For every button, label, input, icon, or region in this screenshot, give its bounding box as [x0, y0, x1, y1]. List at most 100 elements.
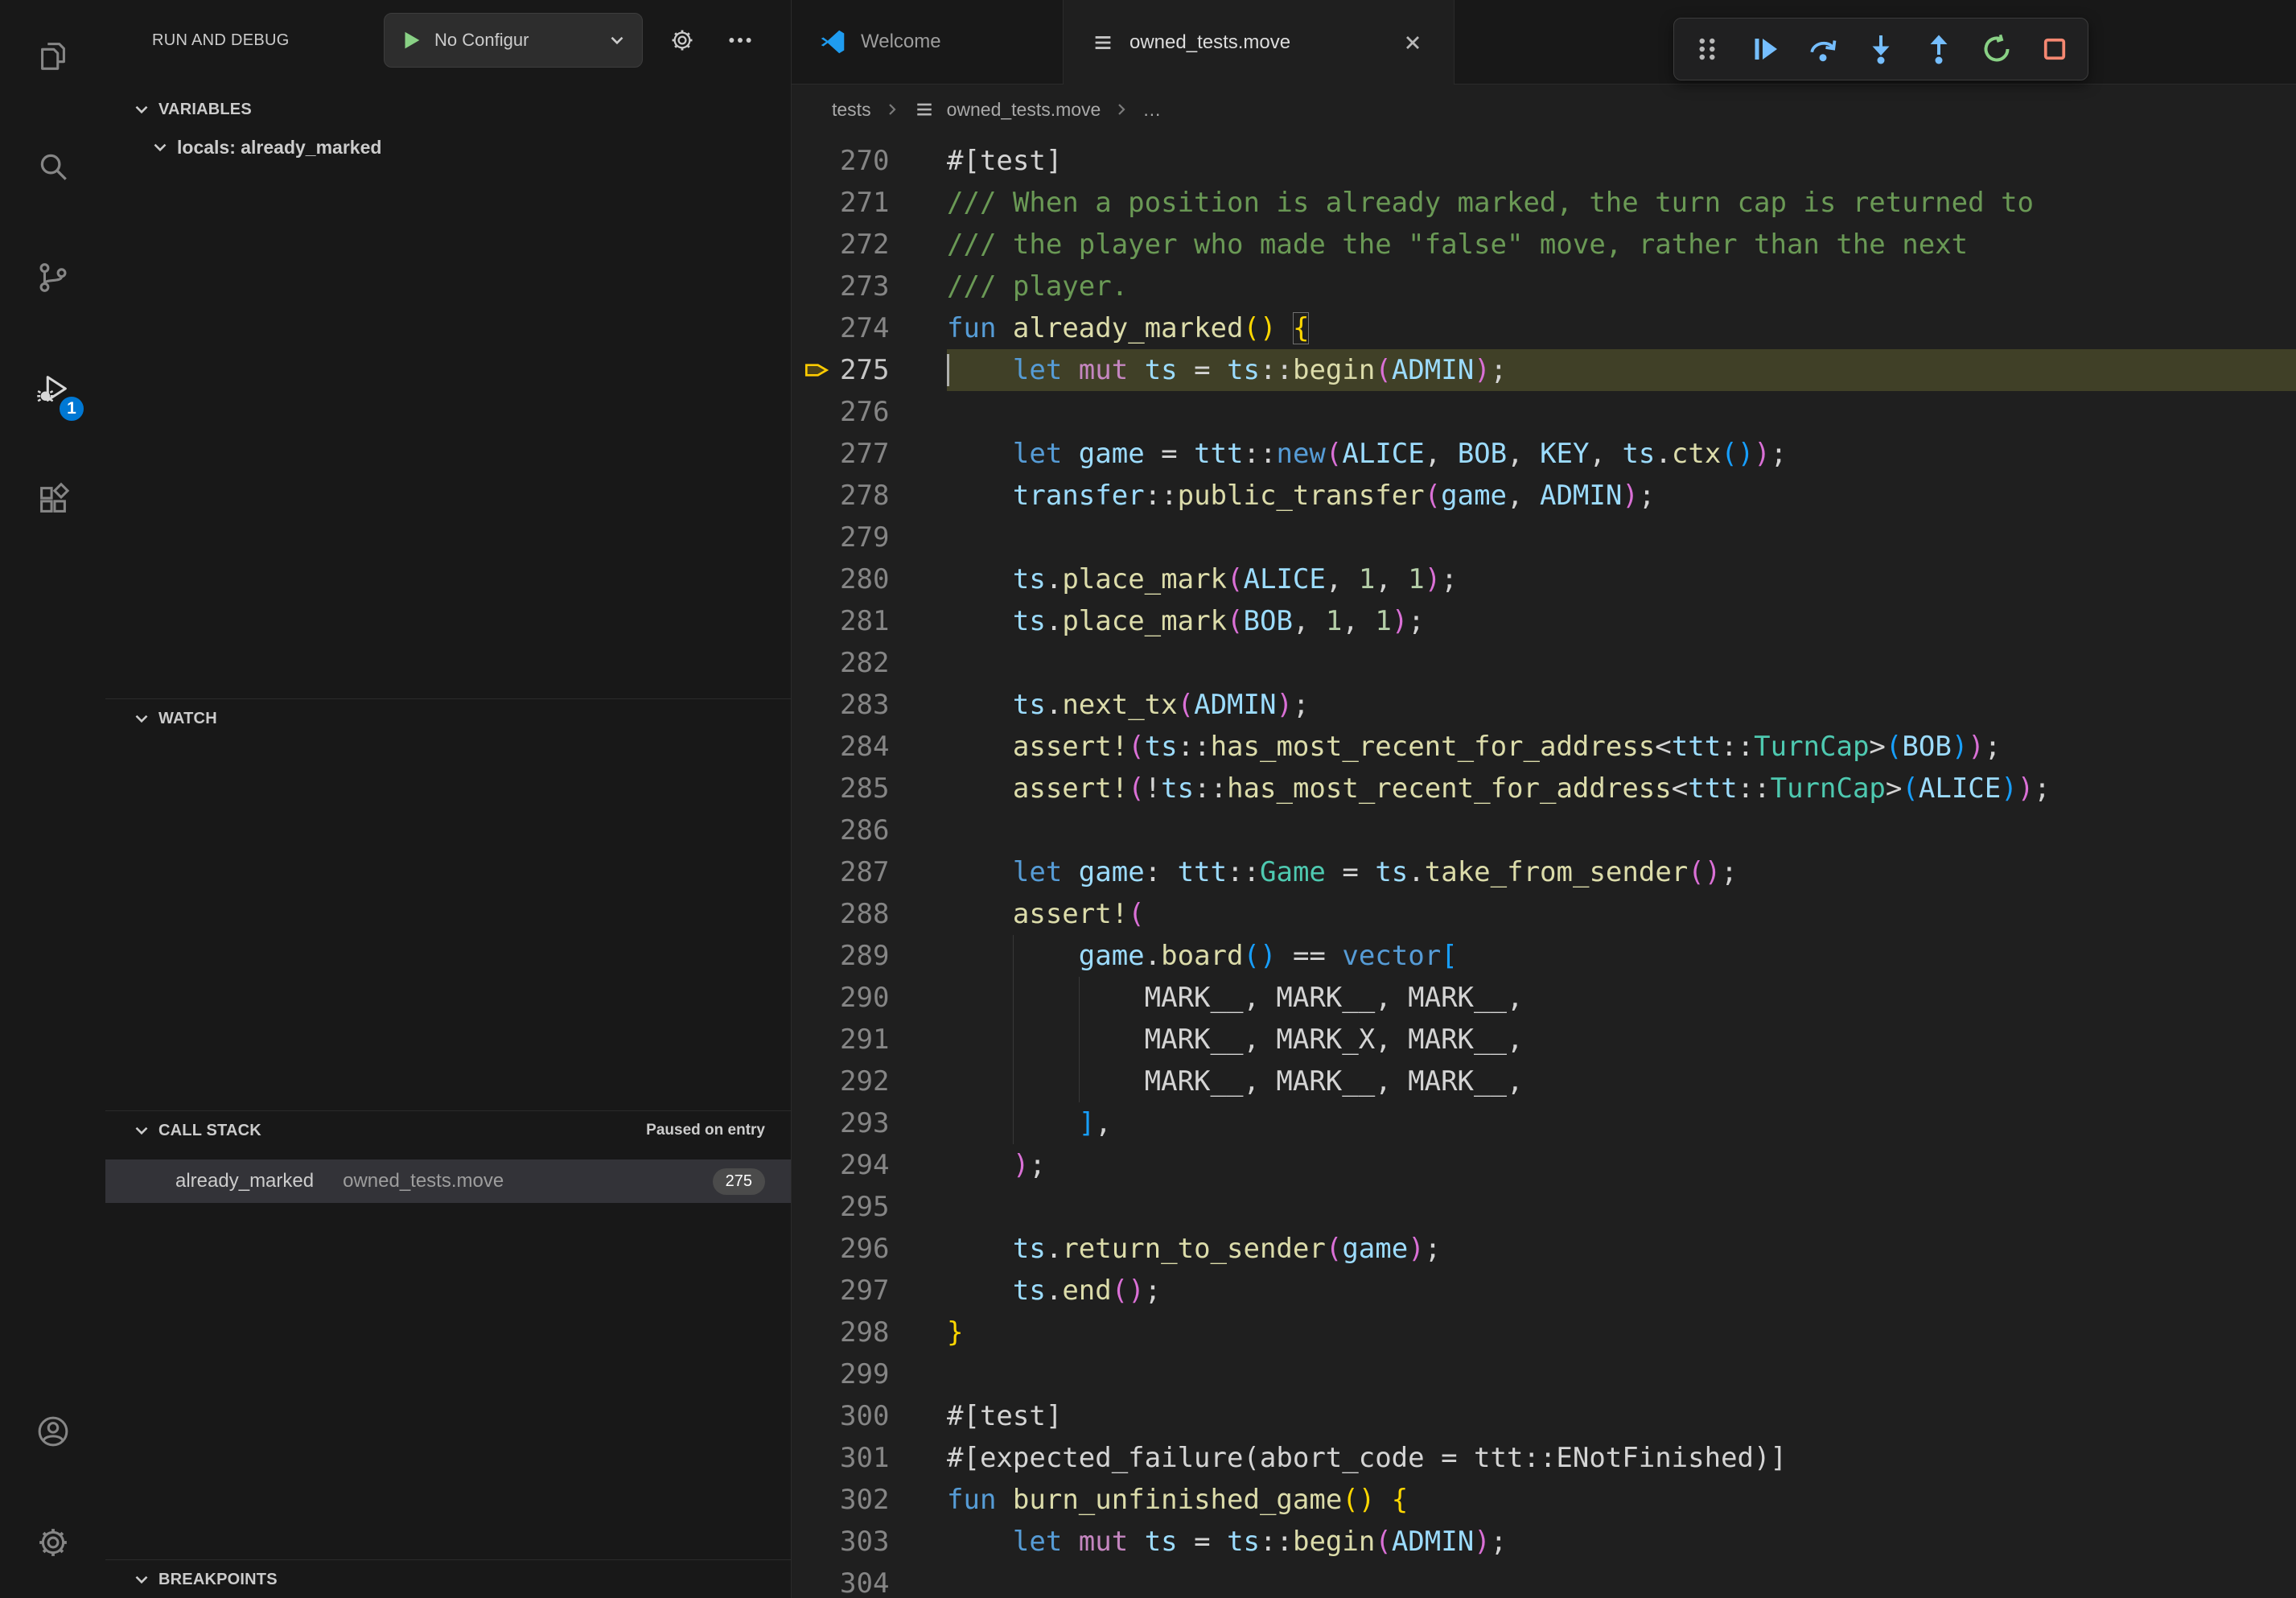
code-line[interactable]: 294 ); — [792, 1144, 2296, 1186]
breakpoint-zone[interactable] — [792, 809, 840, 851]
breakpoint-zone[interactable] — [792, 1019, 840, 1061]
code-line[interactable]: 286 — [792, 809, 2296, 851]
debug-settings-button[interactable] — [664, 22, 701, 59]
gutter[interactable]: 290 — [792, 977, 947, 1019]
breakpoint-zone[interactable] — [792, 1479, 840, 1521]
gutter[interactable]: 292 — [792, 1061, 947, 1102]
breakpoint-zone[interactable] — [792, 1395, 840, 1437]
tab-owned-tests[interactable]: owned_tests.move — [1064, 0, 1455, 84]
breakpoint-zone[interactable] — [792, 1270, 840, 1312]
code-line[interactable]: 296 ts.return_to_sender(game); — [792, 1228, 2296, 1270]
breakpoint-zone[interactable] — [792, 600, 840, 642]
activity-account[interactable] — [0, 1376, 105, 1487]
close-tab-icon[interactable] — [1399, 29, 1426, 56]
call-stack-section-header[interactable]: CALL STACK Paused on entry — [105, 1111, 791, 1150]
code-line[interactable]: 297 ts.end(); — [792, 1270, 2296, 1312]
code-line[interactable]: 291 MARK__, MARK_X, MARK__, — [792, 1019, 2296, 1061]
variables-scope-row[interactable]: locals: already_marked — [105, 129, 791, 166]
breakpoint-zone[interactable] — [792, 1353, 840, 1395]
breakpoint-zone[interactable] — [792, 935, 840, 977]
variables-section-header[interactable]: VARIABLES — [105, 90, 791, 129]
breadcrumb-symbol[interactable]: … — [1142, 99, 1161, 121]
code-line[interactable]: 285 assert!(!ts::has_most_recent_for_add… — [792, 768, 2296, 809]
code-line[interactable]: 271/// When a position is already marked… — [792, 182, 2296, 224]
activity-explorer[interactable] — [0, 0, 105, 111]
gutter[interactable]: 293 — [792, 1102, 947, 1144]
gutter[interactable]: 300 — [792, 1395, 947, 1437]
code-line[interactable]: 281 ts.place_mark(BOB, 1, 1); — [792, 600, 2296, 642]
gutter[interactable]: 295 — [792, 1186, 947, 1228]
code-line[interactable]: 276 — [792, 391, 2296, 433]
gutter[interactable]: 301 — [792, 1437, 947, 1479]
breakpoint-zone[interactable] — [792, 517, 840, 558]
code-line[interactable]: 278 transfer::public_transfer(game, ADMI… — [792, 475, 2296, 517]
breakpoint-zone[interactable] — [792, 977, 840, 1019]
gutter[interactable]: 273 — [792, 266, 947, 307]
gutter[interactable]: 274 — [792, 307, 947, 349]
breadcrumb-folder[interactable]: tests — [832, 99, 871, 121]
gutter[interactable]: 270 — [792, 140, 947, 182]
toolbar-drag-handle[interactable] — [1684, 26, 1730, 72]
debug-stackframe-marker[interactable] — [792, 349, 840, 391]
gutter[interactable]: 289 — [792, 935, 947, 977]
breakpoint-zone[interactable] — [792, 1061, 840, 1102]
gutter[interactable]: 282 — [792, 642, 947, 684]
breakpoint-zone[interactable] — [792, 851, 840, 893]
code-line[interactable]: 277 let game = ttt::new(ALICE, BOB, KEY,… — [792, 433, 2296, 475]
breakpoint-zone[interactable] — [792, 224, 840, 266]
breakpoint-zone[interactable] — [792, 140, 840, 182]
restart-button[interactable] — [1973, 26, 2020, 72]
code-line[interactable]: 287 let game: ttt::Game = ts.take_from_s… — [792, 851, 2296, 893]
activity-search[interactable] — [0, 111, 105, 222]
breakpoint-zone[interactable] — [792, 1437, 840, 1479]
tab-welcome[interactable]: Welcome — [792, 0, 1064, 84]
code-line[interactable]: 273/// player. — [792, 266, 2296, 307]
gutter[interactable]: 278 — [792, 475, 947, 517]
code-editor[interactable]: 270#[test]271/// When a position is alre… — [792, 134, 2296, 1598]
code-line[interactable]: 270#[test] — [792, 140, 2296, 182]
code-line[interactable]: 304 — [792, 1563, 2296, 1598]
code-line[interactable]: 303 let mut ts = ts::begin(ADMIN); — [792, 1521, 2296, 1563]
code-line[interactable]: 275 let mut ts = ts::begin(ADMIN); — [792, 349, 2296, 391]
code-line[interactable]: 295 — [792, 1186, 2296, 1228]
code-line[interactable]: 290 MARK__, MARK__, MARK__, — [792, 977, 2296, 1019]
gutter[interactable]: 298 — [792, 1312, 947, 1353]
breakpoint-zone[interactable] — [792, 558, 840, 600]
gutter[interactable]: 296 — [792, 1228, 947, 1270]
breakpoint-zone[interactable] — [792, 768, 840, 809]
gutter[interactable]: 288 — [792, 893, 947, 935]
debug-config-dropdown[interactable]: No Configur — [384, 13, 643, 68]
gutter[interactable]: 281 — [792, 600, 947, 642]
gutter[interactable]: 303 — [792, 1521, 947, 1563]
code-line[interactable]: 274fun already_marked() { — [792, 307, 2296, 349]
code-line[interactable]: 301#[expected_failure(abort_code = ttt::… — [792, 1437, 2296, 1479]
step-out-button[interactable] — [1915, 26, 1962, 72]
breakpoint-zone[interactable] — [792, 1144, 840, 1186]
gutter[interactable]: 271 — [792, 182, 947, 224]
gutter[interactable]: 297 — [792, 1270, 947, 1312]
gutter[interactable]: 291 — [792, 1019, 947, 1061]
code-line[interactable]: 282 — [792, 642, 2296, 684]
code-line[interactable]: 280 ts.place_mark(ALICE, 1, 1); — [792, 558, 2296, 600]
breadcrumb-file[interactable]: owned_tests.move — [947, 99, 1101, 121]
gutter[interactable]: 302 — [792, 1479, 947, 1521]
step-into-button[interactable] — [1858, 26, 1904, 72]
gutter[interactable]: 283 — [792, 684, 947, 726]
code-line[interactable]: 302fun burn_unfinished_game() { — [792, 1479, 2296, 1521]
stop-button[interactable] — [2031, 26, 2078, 72]
gutter[interactable]: 285 — [792, 768, 947, 809]
code-line[interactable]: 288 assert!( — [792, 893, 2296, 935]
breakpoints-section-header[interactable]: BREAKPOINTS — [105, 1560, 791, 1598]
activity-settings[interactable] — [0, 1487, 105, 1598]
breakpoint-zone[interactable] — [792, 1521, 840, 1563]
code-line[interactable]: 289 game.board() == vector[ — [792, 935, 2296, 977]
code-line[interactable]: 283 ts.next_tx(ADMIN); — [792, 684, 2296, 726]
gutter[interactable]: 276 — [792, 391, 947, 433]
code-line[interactable]: 272/// the player who made the "false" m… — [792, 224, 2296, 266]
step-over-button[interactable] — [1800, 26, 1846, 72]
call-stack-frame-row[interactable]: already_marked owned_tests.move 275 — [105, 1159, 791, 1203]
gutter[interactable]: 277 — [792, 433, 947, 475]
gutter[interactable]: 280 — [792, 558, 947, 600]
breakpoint-zone[interactable] — [792, 1563, 840, 1598]
continue-button[interactable] — [1742, 26, 1788, 72]
